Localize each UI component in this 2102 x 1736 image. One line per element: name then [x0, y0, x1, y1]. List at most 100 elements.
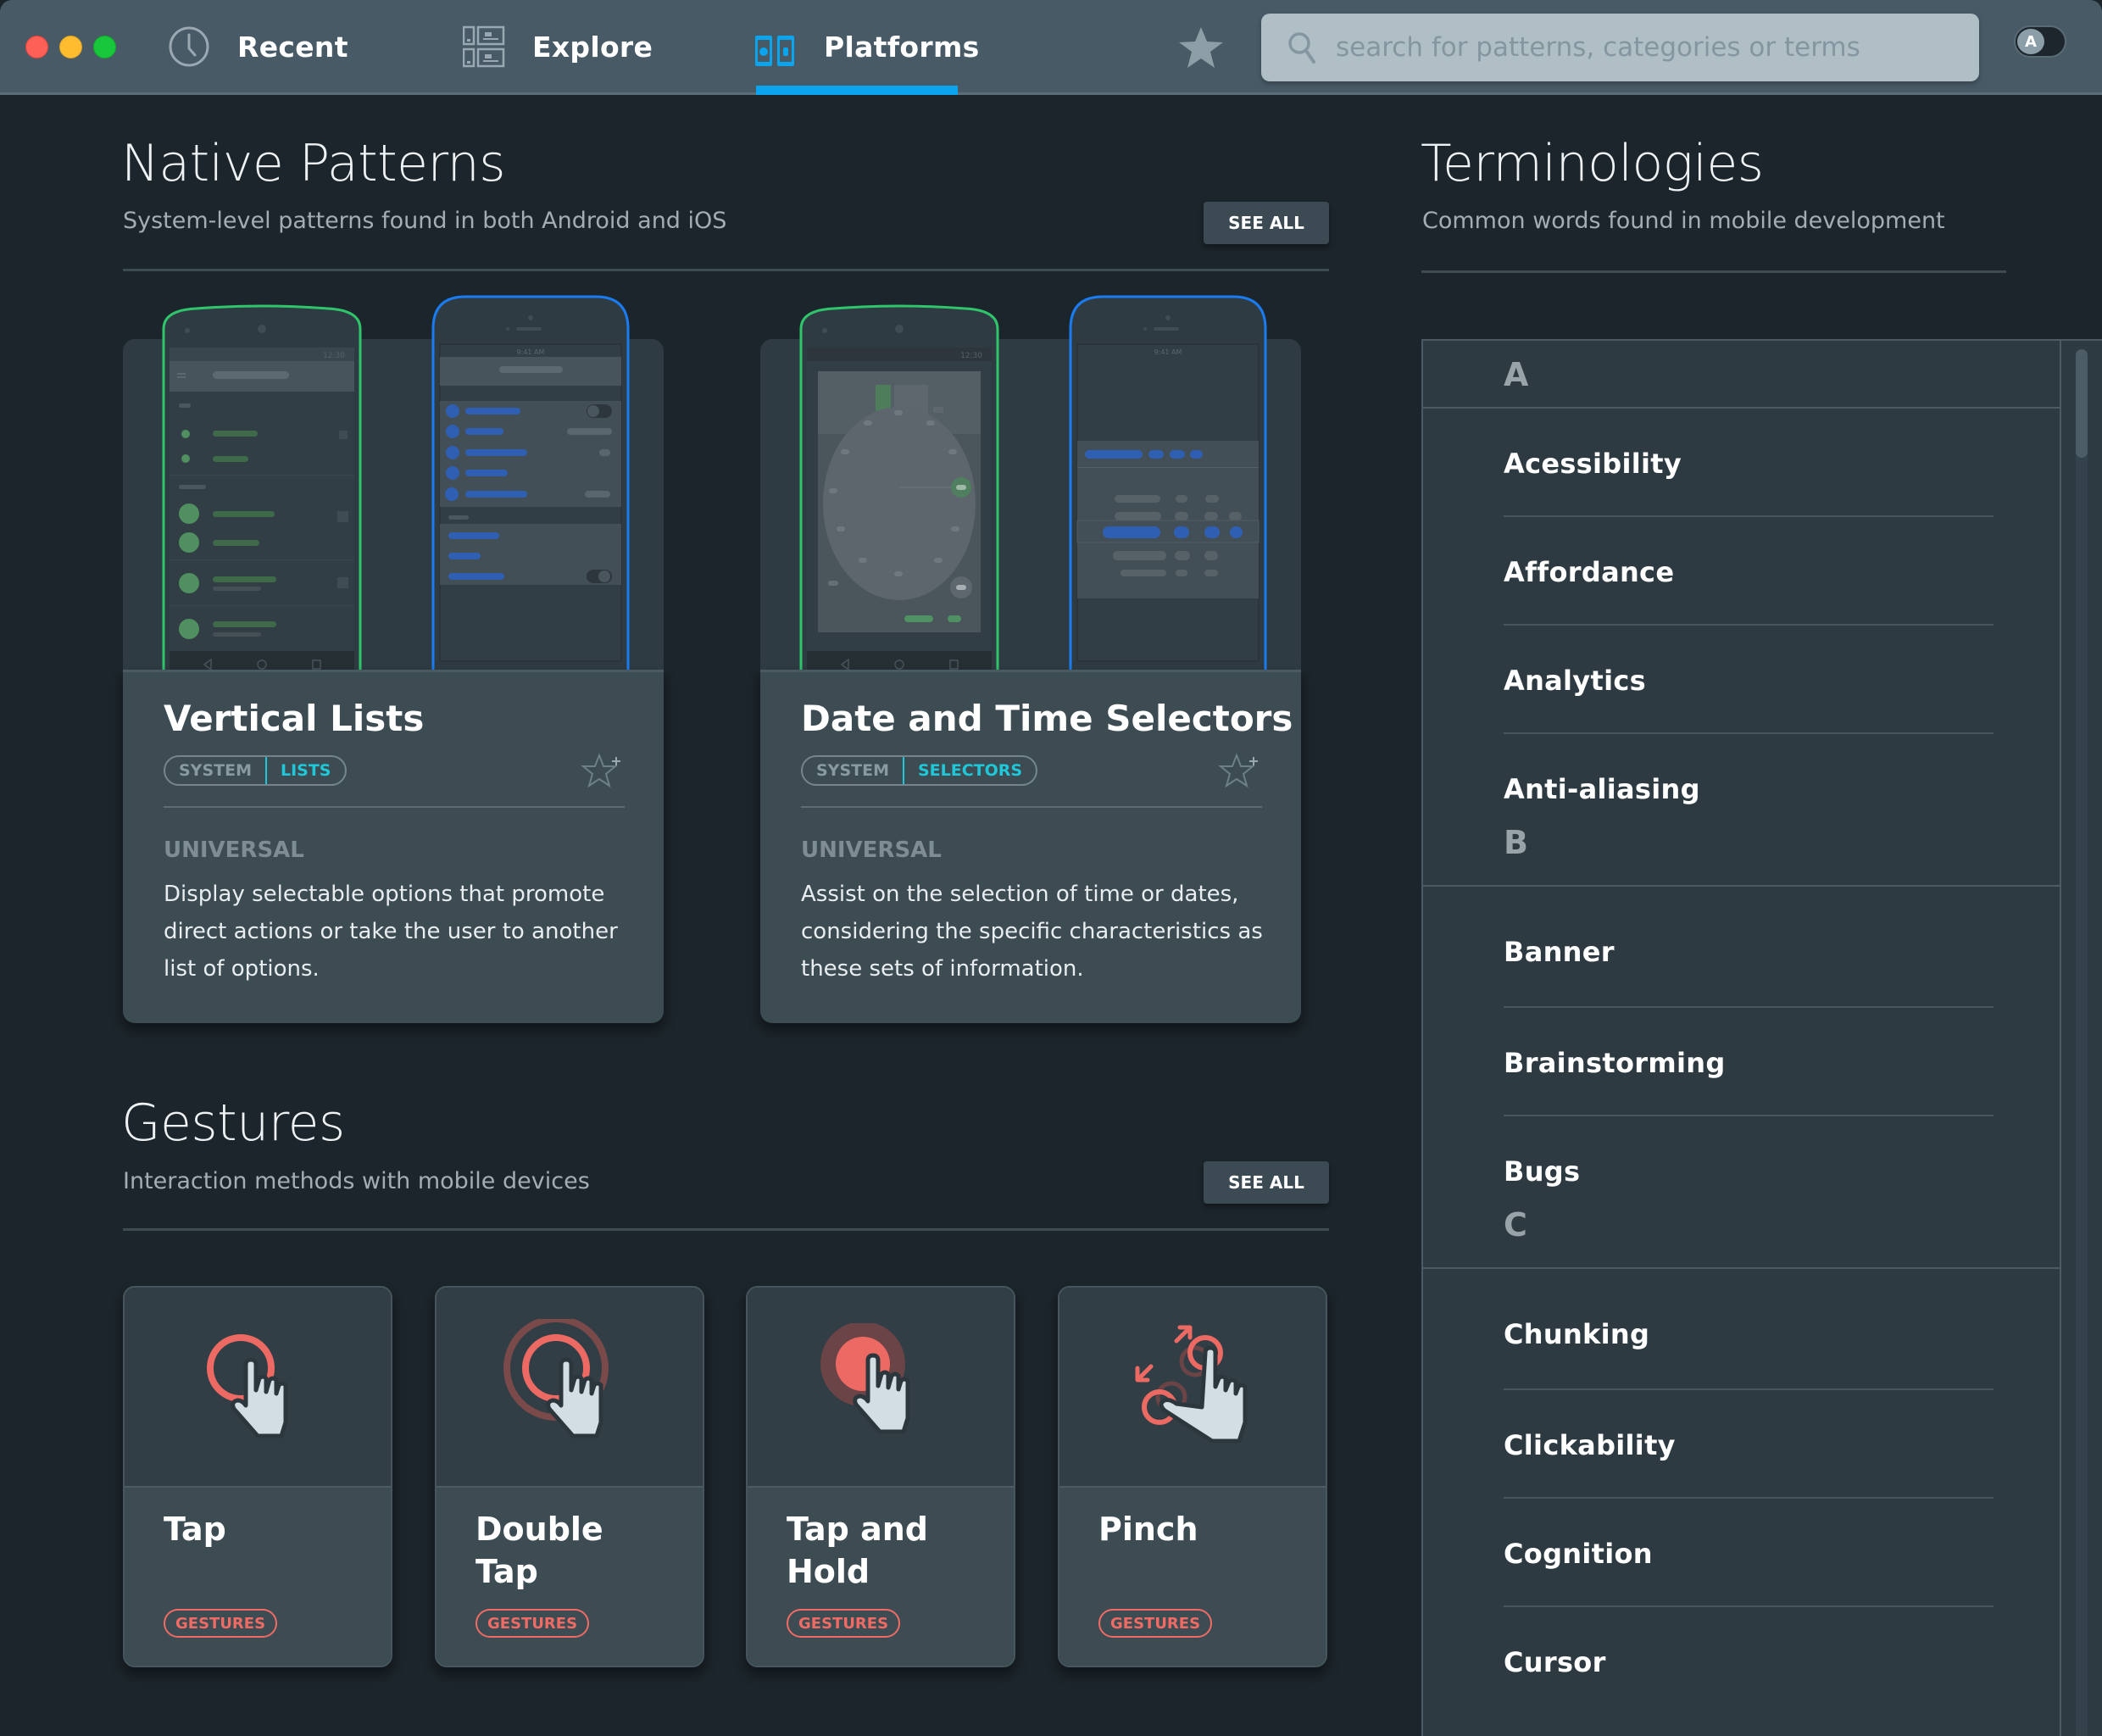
section-divider [1421, 270, 2006, 273]
gesture-preview [125, 1288, 391, 1488]
double-tap-gesture-icon [503, 1319, 609, 1438]
theme-toggle[interactable]: A [2014, 25, 2066, 58]
window-zoom-button[interactable] [93, 36, 116, 58]
gesture-body: Pinch GESTURES [1059, 1488, 1326, 1666]
pattern-card-date-time-selectors[interactable]: 12:30 9:41 AM Date and Time Selectors SY… [760, 295, 1301, 1023]
nav-tab-explore[interactable]: Explore [463, 0, 653, 93]
gesture-tag[interactable]: GESTURES [1098, 1609, 1213, 1638]
gesture-title: Tap and Hold [787, 1511, 928, 1590]
ios-phone-mockup: 9:41 AM [431, 295, 630, 678]
term-item[interactable]: Cursor [1504, 1607, 1994, 1726]
term-name: Clickability [1504, 1429, 1676, 1461]
term-item[interactable]: Brainstorming [1504, 1008, 1994, 1116]
gesture-tag[interactable]: GESTURES [164, 1609, 278, 1638]
add-favorite-star-icon[interactable] [581, 752, 625, 791]
section-divider [123, 269, 1329, 271]
scrollbar-thumb[interactable] [2076, 349, 2088, 458]
gestures-subtitle: Interaction methods with mobile devices [123, 1168, 590, 1194]
letter-header-b: B [1423, 819, 2060, 887]
terminology-list: A Acessibility Affordance Analytics Anti… [1421, 339, 2102, 1736]
letter-label: B [1504, 824, 1528, 861]
pattern-title: Date and Time Selectors [801, 698, 1293, 739]
ios-status-time: 9:41 AM [1154, 348, 1182, 356]
native-patterns-see-all-button[interactable]: SEE ALL [1204, 202, 1329, 244]
ios-phone-mockup: 9:41 AM [1069, 295, 1267, 678]
nav-tab-label: Recent [237, 30, 348, 64]
toggle-knob: A [2017, 29, 2044, 54]
window-minimize-button[interactable] [59, 36, 82, 58]
android-phone-mockup: 12:30 [162, 304, 362, 678]
search-bar[interactable] [1261, 14, 1979, 81]
scrollbar-track[interactable] [2076, 349, 2088, 1736]
terminology-column: A Acessibility Affordance Analytics Anti… [1423, 341, 2061, 1736]
term-item[interactable]: Clickability [1504, 1390, 1994, 1499]
letter-header-c: C [1423, 1201, 2060, 1269]
gesture-tag[interactable]: GESTURES [787, 1609, 901, 1638]
explore-grid-icon [463, 25, 505, 68]
term-name: Cursor [1504, 1646, 1606, 1678]
nav-tab-recent[interactable]: Recent [168, 0, 348, 93]
gesture-tag[interactable]: GESTURES [475, 1609, 590, 1638]
card-body: Vertical Lists SYSTEM LISTS UNIVERSAL Di… [123, 670, 664, 1023]
gesture-title: Double Tap [475, 1511, 603, 1590]
card-body: Date and Time Selectors SYSTEM SELECTORS… [760, 670, 1301, 1023]
term-item[interactable]: Bugs [1504, 1116, 1994, 1201]
nav-tab-label: Explore [532, 30, 653, 64]
term-item[interactable]: Affordance [1504, 517, 1994, 626]
gesture-preview [1059, 1288, 1326, 1488]
top-bar: Recent Explore Platforms search for patt… [0, 0, 2102, 95]
star-icon[interactable] [1176, 25, 1226, 70]
term-item[interactable]: Banner [1504, 887, 1994, 1008]
gesture-body: Tap and Hold GESTURES [748, 1488, 1014, 1666]
tag-system[interactable]: SYSTEM [165, 757, 265, 784]
platform-label: UNIVERSAL [801, 837, 942, 863]
gestures-title: Gestures [121, 1093, 345, 1153]
term-item[interactable]: Chunking [1504, 1269, 1994, 1390]
window-close-button[interactable] [25, 36, 48, 58]
term-name: Brainstorming [1504, 1047, 1726, 1079]
term-item[interactable]: Anti-aliasing [1504, 734, 1994, 819]
term-item[interactable]: Analytics [1504, 626, 1994, 734]
term-name: Analytics [1504, 665, 1646, 697]
pattern-description: Display selectable options that promote … [164, 882, 618, 982]
platforms-icon [755, 36, 794, 66]
gesture-card-pinch[interactable]: Pinch GESTURES [1058, 1286, 1327, 1667]
add-favorite-star-icon[interactable] [1218, 752, 1262, 791]
card-divider [801, 806, 1262, 808]
card-divider [164, 806, 625, 808]
search-input[interactable] [1336, 32, 1946, 63]
tag-category[interactable]: LISTS [264, 757, 345, 784]
pattern-title: Vertical Lists [164, 698, 425, 739]
term-name: Cognition [1504, 1538, 1653, 1570]
term-item[interactable]: Cognition [1504, 1499, 1994, 1607]
android-phone-mockup: 12:30 [799, 304, 999, 678]
term-name: Affordance [1504, 556, 1675, 588]
term-name: Bugs [1504, 1155, 1581, 1188]
letter-header-a: A [1423, 341, 2060, 409]
clock-icon [169, 26, 209, 67]
gesture-card-tap[interactable]: Tap GESTURES [123, 1286, 392, 1667]
platform-label: UNIVERSAL [164, 837, 304, 863]
letter-label: A [1504, 356, 1529, 393]
gesture-title: Tap [164, 1511, 226, 1548]
gesture-card-tap-and-hold[interactable]: Tap and Hold GESTURES [746, 1286, 1015, 1667]
tag-system[interactable]: SYSTEM [803, 757, 903, 784]
search-icon [1288, 32, 1315, 64]
letter-label: C [1504, 1206, 1527, 1244]
gesture-body: Double Tap GESTURES [437, 1488, 703, 1666]
nav-tab-platforms[interactable]: Platforms [754, 0, 980, 93]
pinch-gesture-icon [1135, 1325, 1248, 1444]
term-item[interactable]: Acessibility [1504, 409, 1994, 517]
terminologies-subtitle: Common words found in mobile development [1422, 208, 1945, 234]
tag-group: SYSTEM SELECTORS [801, 755, 1038, 786]
term-name: Chunking [1504, 1318, 1650, 1350]
native-patterns-subtitle: System-level patterns found in both Andr… [123, 208, 727, 234]
gesture-body: Tap GESTURES [125, 1488, 391, 1666]
pattern-card-vertical-lists[interactable]: 12:30 9:41 AM Vertical Lists SYSTEM LIST… [123, 295, 664, 1023]
gestures-see-all-button[interactable]: SEE ALL [1204, 1161, 1329, 1204]
android-status-time: 12:30 [960, 352, 982, 360]
tag-category[interactable]: SELECTORS [902, 757, 1037, 784]
gesture-preview [437, 1288, 703, 1488]
android-status-time: 12:30 [323, 352, 345, 360]
gesture-card-double-tap[interactable]: Double Tap GESTURES [435, 1286, 704, 1667]
